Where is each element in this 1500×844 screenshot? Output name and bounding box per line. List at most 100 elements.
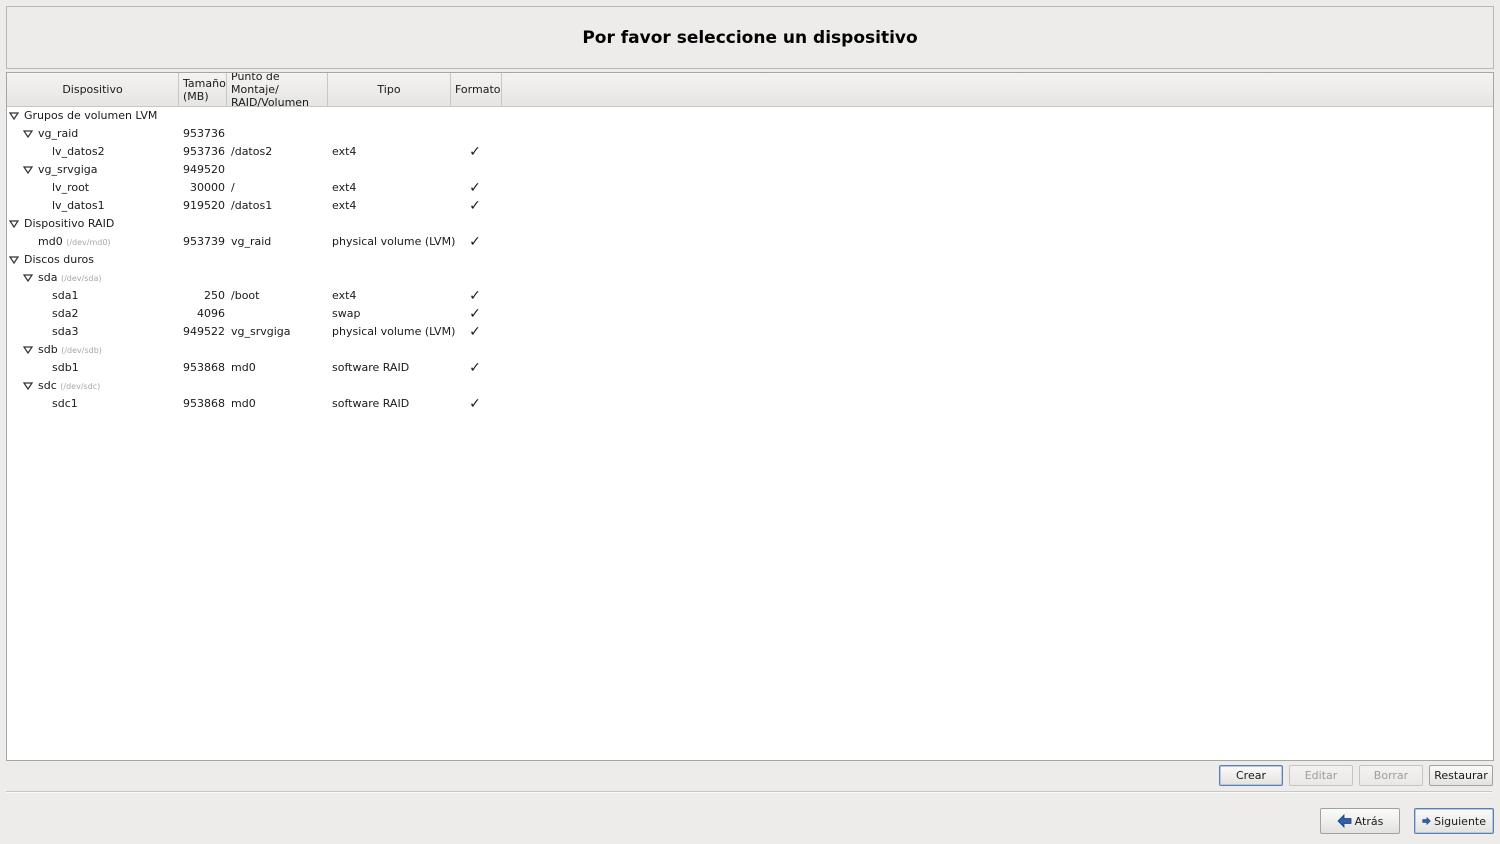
delete-button[interactable]: Borrar (1359, 765, 1423, 786)
back-button-label: Atrás (1354, 814, 1384, 828)
row-size: 953868 (183, 361, 225, 374)
row-label: Dispositivo RAID (24, 217, 115, 230)
row-label: sda (38, 271, 58, 284)
row-type: software RAID (332, 361, 410, 374)
row-size: 919520 (183, 199, 225, 212)
tree-row-sdc[interactable]: sdc (/dev/sdc) (7, 377, 1493, 395)
tree-row-sdb1[interactable]: sdb1 953868 md0 software RAID ✓ (7, 359, 1493, 377)
row-label: sda2 (52, 307, 79, 320)
page-header: Por favor seleccione un dispositivo (6, 6, 1494, 69)
tree-row-lv-root[interactable]: lv_root 30000 / ext4 ✓ (7, 179, 1493, 197)
format-check-icon: ✓ (469, 360, 481, 376)
format-check-icon: ✓ (469, 198, 481, 214)
row-label: Grupos de volumen LVM (24, 109, 158, 122)
format-check-icon: ✓ (469, 234, 481, 250)
row-mount: /datos1 (231, 199, 273, 212)
tree-row-sda2[interactable]: sda2 4096 swap ✓ (7, 305, 1493, 323)
row-mount: md0 (231, 397, 256, 410)
format-check-icon: ✓ (469, 180, 481, 196)
column-device[interactable]: Dispositivo (7, 73, 179, 106)
format-check-icon: ✓ (469, 144, 481, 160)
tree-row-lv-datos2[interactable]: lv_datos2 953736 /datos2 ext4 ✓ (7, 143, 1493, 161)
expander-triangle-icon[interactable] (23, 165, 33, 175)
format-check-icon: ✓ (469, 396, 481, 412)
device-path: (/dev/sda) (60, 274, 102, 283)
row-mount: vg_raid (231, 235, 272, 248)
tree-row-vg-raid[interactable]: vg_raid 953736 (7, 125, 1493, 143)
format-check-icon: ✓ (469, 324, 481, 340)
row-type: swap (332, 307, 361, 320)
tree-row-raid-devices[interactable]: Dispositivo RAID (7, 215, 1493, 233)
row-type: ext4 (332, 289, 357, 302)
tree-row-lvm-groups[interactable]: Grupos de volumen LVM (7, 107, 1493, 125)
row-type: physical volume (LVM) (332, 325, 456, 338)
row-label: sdc (38, 379, 57, 392)
page-title: Por favor seleccione un dispositivo (582, 27, 918, 48)
tree-row-sda1[interactable]: sda1 250 /boot ext4 ✓ (7, 287, 1493, 305)
row-type: ext4 (332, 181, 357, 194)
row-size: 4096 (197, 307, 225, 320)
row-mount: md0 (231, 361, 256, 374)
device-path: (/dev/sdc) (60, 382, 101, 391)
tree-rows: Grupos de volumen LVM vg_raid 953736 lv_… (7, 107, 1493, 413)
row-mount: /datos2 (231, 145, 273, 158)
row-label: sdb1 (52, 361, 79, 374)
back-button[interactable]: Atrás (1320, 808, 1400, 834)
reset-button[interactable]: Restaurar (1429, 765, 1493, 786)
tree-row-sda3[interactable]: sda3 949522 vg_srvgiga physical volume (… (7, 323, 1493, 341)
tree-row-sdc1[interactable]: sdc1 953868 md0 software RAID ✓ (7, 395, 1493, 413)
row-type: ext4 (332, 145, 357, 158)
tree-row-md0[interactable]: md0 (/dev/md0) 953739 vg_raid physical v… (7, 233, 1493, 251)
row-mount: /boot (231, 289, 260, 302)
separator (6, 791, 1492, 793)
column-mount[interactable]: Punto de Montaje/RAID/Volumen (227, 73, 328, 109)
row-label: sda3 (52, 325, 79, 338)
row-size: 953736 (183, 145, 225, 158)
row-mount: vg_srvgiga (231, 325, 291, 338)
tree-row-vg-srvgiga[interactable]: vg_srvgiga 949520 (7, 161, 1493, 179)
device-path: (/dev/md0) (66, 238, 111, 247)
row-label: lv_datos1 (52, 199, 105, 212)
expander-triangle-icon[interactable] (9, 255, 19, 265)
expander-triangle-icon[interactable] (23, 381, 33, 391)
tree-row-sdb[interactable]: sdb (/dev/sdb) (7, 341, 1493, 359)
row-type: ext4 (332, 199, 357, 212)
expander-triangle-icon[interactable] (23, 273, 33, 283)
column-size[interactable]: Tamaño (MB) (179, 73, 227, 106)
tree-row-hard-disks[interactable]: Discos duros (7, 251, 1493, 269)
format-check-icon: ✓ (469, 288, 481, 304)
wizard-nav-bar: Atrás Siguiente (1320, 808, 1494, 834)
expander-triangle-icon[interactable] (23, 345, 33, 355)
row-label: sdc1 (52, 397, 78, 410)
create-button[interactable]: Crear (1219, 765, 1283, 786)
row-type: software RAID (332, 397, 410, 410)
row-size: 250 (204, 289, 225, 302)
row-label: md0 (38, 235, 63, 248)
row-label: vg_srvgiga (38, 163, 98, 176)
tree-row-lv-datos1[interactable]: lv_datos1 919520 /datos1 ext4 ✓ (7, 197, 1493, 215)
device-path: (/dev/sdb) (61, 346, 102, 355)
row-size: 949520 (183, 163, 225, 176)
tree-row-sda[interactable]: sda (/dev/sda) (7, 269, 1493, 287)
row-size: 953739 (183, 235, 225, 248)
row-size: 949522 (183, 325, 225, 338)
column-filler (502, 73, 1493, 106)
row-size: 953868 (183, 397, 225, 410)
row-size: 30000 (190, 181, 225, 194)
edit-button[interactable]: Editar (1289, 765, 1353, 786)
row-mount: / (231, 181, 235, 194)
column-type[interactable]: Tipo (328, 73, 451, 106)
row-size: 953736 (183, 127, 225, 140)
expander-triangle-icon[interactable] (9, 219, 19, 229)
expander-triangle-icon[interactable] (9, 111, 19, 121)
row-label: lv_datos2 (52, 145, 105, 158)
row-label: Discos duros (24, 253, 94, 266)
arrow-left-icon (1337, 814, 1352, 828)
expander-triangle-icon[interactable] (23, 129, 33, 139)
column-format[interactable]: Formato (451, 73, 502, 106)
row-label: sda1 (52, 289, 79, 302)
device-tree[interactable]: Dispositivo Tamaño (MB) Punto de Montaje/… (6, 72, 1494, 761)
next-button[interactable]: Siguiente (1414, 808, 1494, 834)
row-label: sdb (38, 343, 58, 356)
row-label: lv_root (52, 181, 90, 194)
